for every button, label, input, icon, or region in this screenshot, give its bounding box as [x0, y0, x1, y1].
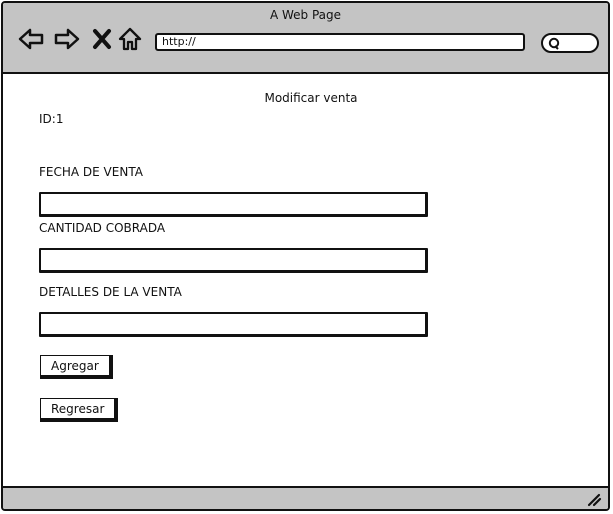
amount-charged-input[interactable]	[39, 248, 428, 273]
home-icon[interactable]	[117, 26, 143, 52]
search-icon	[548, 37, 560, 50]
back-arrow-icon[interactable]	[17, 26, 45, 52]
sale-details-input[interactable]	[39, 312, 428, 337]
sale-date-label: FECHA DE VENTA	[39, 165, 143, 179]
close-x-icon[interactable]	[91, 26, 113, 52]
page-title: Modificar venta	[264, 91, 358, 105]
add-button[interactable]: Agregar	[40, 355, 113, 379]
forward-arrow-icon[interactable]	[53, 26, 81, 52]
sale-date-input[interactable]	[39, 192, 428, 217]
search-input[interactable]	[541, 33, 599, 53]
url-input[interactable]: http://	[155, 33, 525, 51]
resize-grip-icon[interactable]	[586, 491, 602, 507]
window-title: A Web Page	[269, 8, 342, 22]
browser-titlebar: A Web Page http://	[3, 3, 608, 74]
amount-charged-label: CANTIDAD COBRADA	[39, 221, 166, 235]
page-content: Modificar venta ID:1 FECHA DE VENTA CANT…	[3, 74, 608, 488]
back-button[interactable]: Regresar	[40, 398, 119, 422]
record-id-label: ID:1	[39, 112, 64, 126]
browser-window: A Web Page http:// Modificar venta ID:1 …	[1, 1, 610, 511]
sale-details-label: DETALLES DE LA VENTA	[39, 285, 182, 299]
browser-statusbar	[3, 486, 608, 509]
